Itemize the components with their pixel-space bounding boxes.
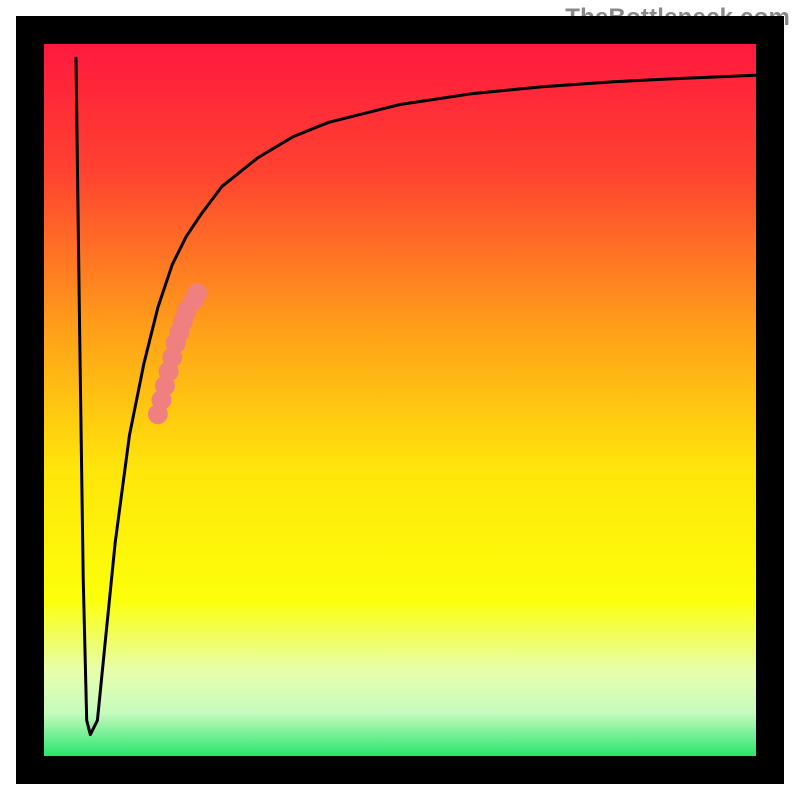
plot-background [44,44,756,756]
bottleneck-chart [0,0,800,800]
chart-root: TheBottleneck.com [0,0,800,800]
highlight-dot [187,283,207,303]
